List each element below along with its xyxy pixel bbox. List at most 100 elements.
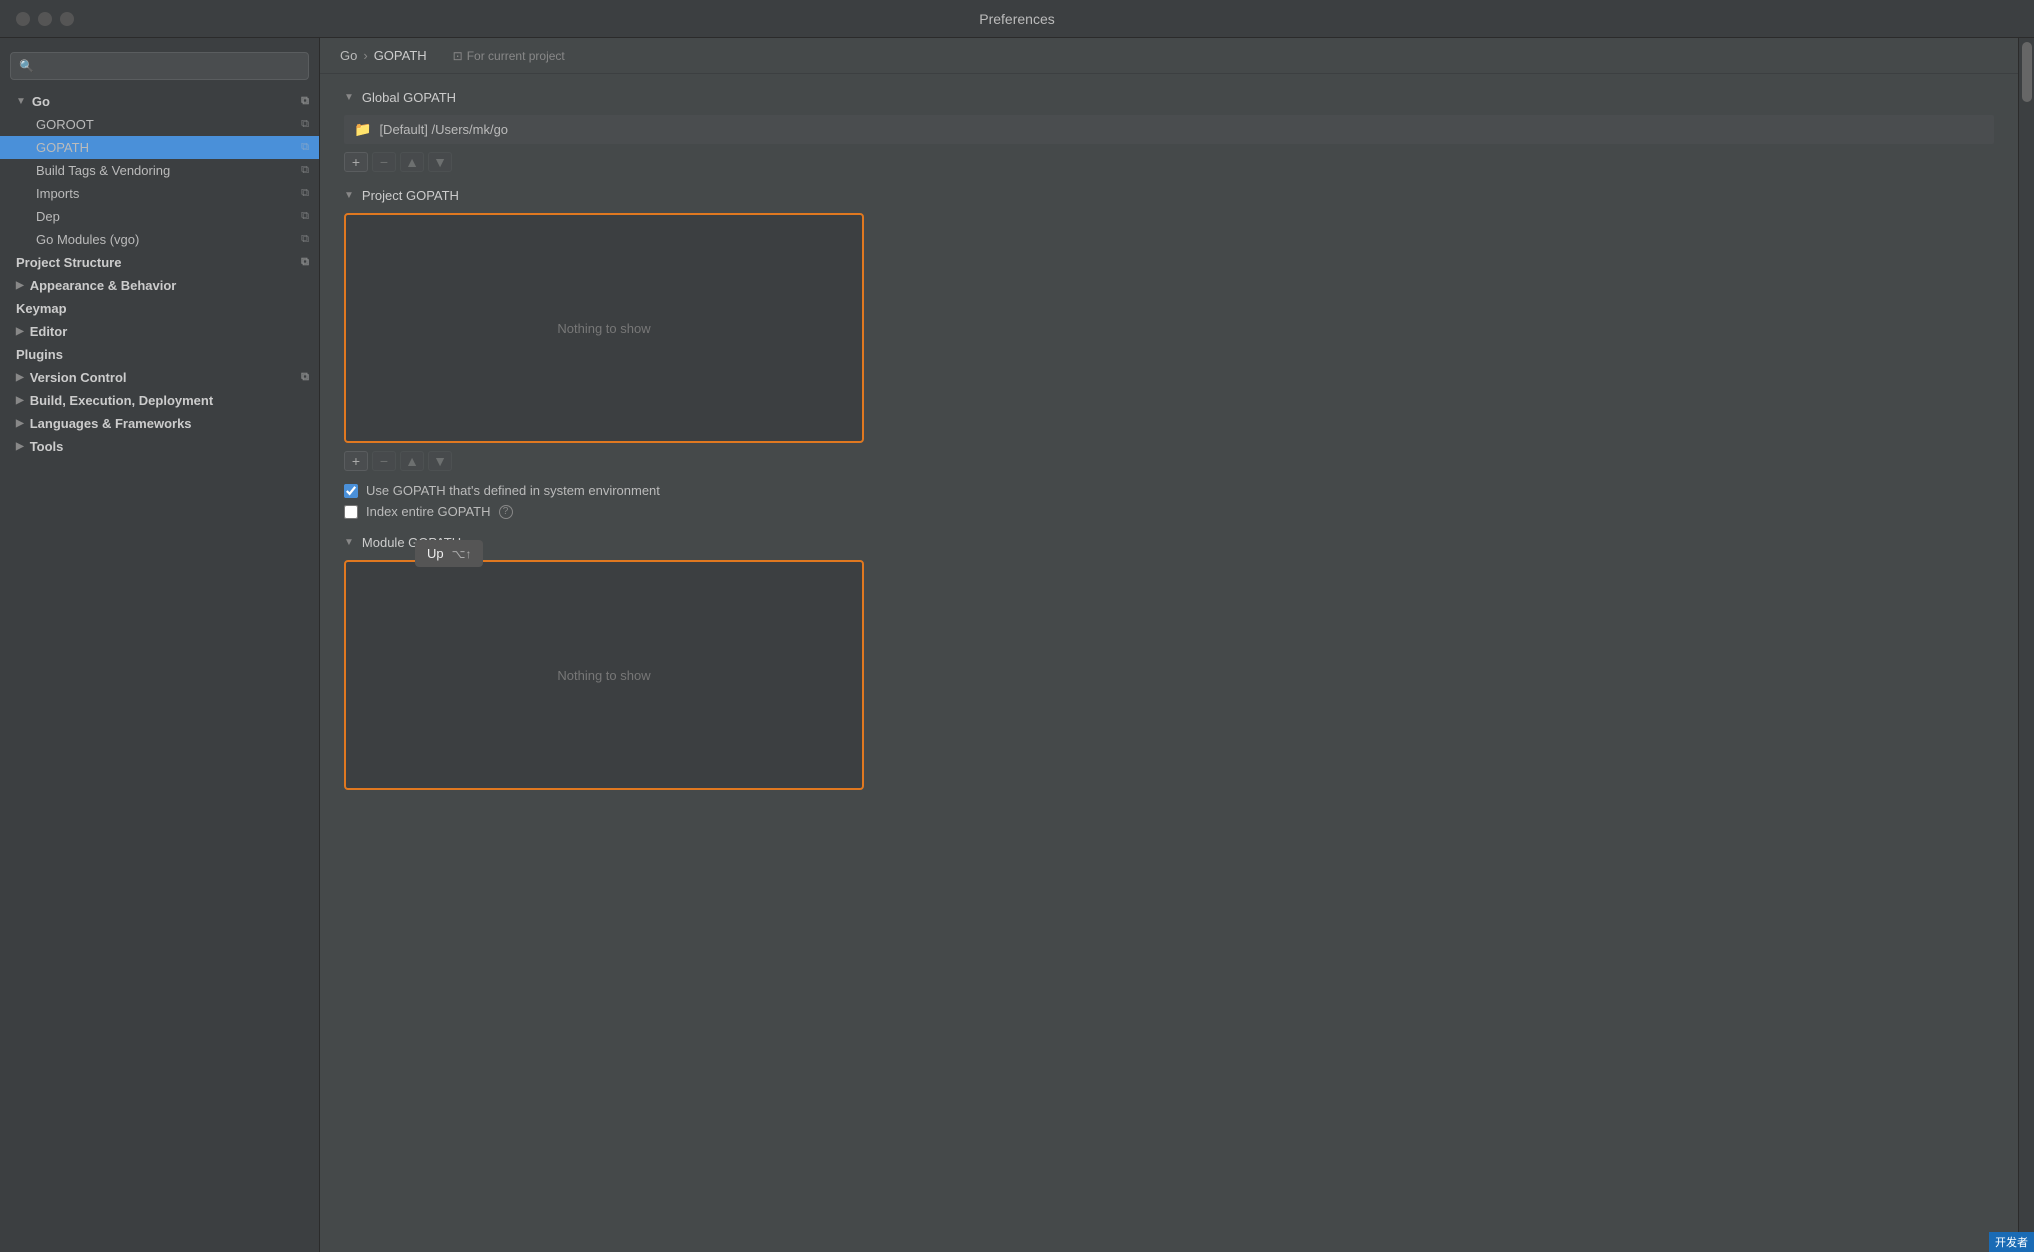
expand-arrow-icon: ▶ [16, 395, 24, 406]
maximize-button[interactable] [60, 12, 74, 26]
sidebar-item-dep[interactable]: Dep ⧉ [0, 205, 319, 228]
sidebar-item-version-control[interactable]: ▶ Version Control ⧉ [0, 366, 319, 389]
down-project-gopath-button[interactable]: ▼ [428, 451, 452, 471]
module-gopath-section: ▼ Module GOPATH Nothing to show [344, 535, 1994, 790]
project-gopath-label: Project GOPATH [362, 188, 459, 203]
sidebar-item-editor-label: Editor [30, 324, 68, 339]
copy-icon: ⧉ [301, 95, 309, 108]
right-scrollbar[interactable] [2018, 38, 2034, 1252]
copy-icon: ⧉ [301, 187, 309, 200]
add-global-gopath-button[interactable]: + [344, 152, 368, 172]
sidebar-item-dep-label: Dep [36, 209, 60, 224]
expand-arrow-icon: ▼ [16, 96, 26, 107]
gopath-entry-value: [Default] /Users/mk/go [379, 122, 508, 137]
sidebar-item-version-control-label: Version Control [30, 370, 127, 385]
sidebar-item-go[interactable]: ▼ Go ⧉ [0, 90, 319, 113]
expand-arrow-icon: ▶ [16, 372, 24, 383]
sidebar-item-goroot[interactable]: GOROOT ⧉ [0, 113, 319, 136]
sidebar-item-go-modules-label: Go Modules (vgo) [36, 232, 139, 247]
sidebar-item-goroot-label: GOROOT [36, 117, 94, 132]
breadcrumb-project-label: For current project [467, 49, 565, 63]
project-gopath-empty-text: Nothing to show [557, 321, 650, 336]
sidebar-item-languages-label: Languages & Frameworks [30, 416, 192, 431]
sidebar-item-appearance[interactable]: ▶ Appearance & Behavior [0, 274, 319, 297]
sidebar-item-go-modules[interactable]: Go Modules (vgo) ⧉ [0, 228, 319, 251]
expand-arrow-icon: ▶ [16, 418, 24, 429]
copy-icon: ⧉ [301, 371, 309, 384]
sidebar-item-imports[interactable]: Imports ⧉ [0, 182, 319, 205]
module-gopath-list[interactable]: Nothing to show [344, 560, 864, 790]
index-gopath-checkbox-row: Index entire GOPATH ? [344, 504, 1994, 519]
breadcrumb-project: ⊡ For current project [453, 49, 565, 63]
expand-arrow-icon: ▶ [16, 441, 24, 452]
sidebar-item-build-execution-label: Build, Execution, Deployment [30, 393, 213, 408]
down-global-gopath-button[interactable]: ▼ [428, 152, 452, 172]
close-button[interactable] [16, 12, 30, 26]
sidebar-item-languages[interactable]: ▶ Languages & Frameworks [0, 412, 319, 435]
sidebar-item-appearance-label: Appearance & Behavior [30, 278, 177, 293]
content-body: ▼ Global GOPATH 📁 [Default] /Users/mk/go… [320, 74, 2018, 814]
breadcrumb-current: GOPATH [374, 48, 427, 63]
global-gopath-label: Global GOPATH [362, 90, 456, 105]
sidebar-item-build-tags[interactable]: Build Tags & Vendoring ⧉ [0, 159, 319, 182]
sidebar-item-tools-label: Tools [30, 439, 64, 454]
sidebar-item-build-execution[interactable]: ▶ Build, Execution, Deployment [0, 389, 319, 412]
sidebar-item-imports-label: Imports [36, 186, 79, 201]
project-scope-icon: ⊡ [453, 49, 463, 63]
remove-global-gopath-button[interactable]: − [372, 152, 396, 172]
window-controls [16, 12, 74, 26]
sidebar-item-tools[interactable]: ▶ Tools [0, 435, 319, 458]
main-layout: 🔍 ▼ Go ⧉ GOROOT ⧉ GOPATH ⧉ Build Tags & … [0, 38, 2034, 1252]
toolbar-global-gopath: + − ▲ ▼ [344, 152, 1994, 172]
use-gopath-checkbox[interactable] [344, 484, 358, 498]
copy-icon: ⧉ [301, 164, 309, 177]
help-icon[interactable]: ? [499, 505, 513, 519]
section-expand-icon: ▼ [344, 537, 354, 548]
copy-icon: ⧉ [301, 118, 309, 131]
sidebar-item-gopath[interactable]: GOPATH ⧉ [0, 136, 319, 159]
folder-icon: 📁 [354, 121, 371, 138]
project-gopath-list[interactable]: Nothing to show [344, 213, 864, 443]
sidebar-item-project-structure[interactable]: Project Structure ⧉ [0, 251, 319, 274]
window-title: Preferences [979, 11, 1054, 27]
search-box[interactable]: 🔍 [10, 52, 309, 80]
breadcrumb: Go › GOPATH ⊡ For current project [320, 38, 2018, 74]
title-bar: Preferences [0, 0, 2034, 38]
watermark: 开发者 [1989, 1232, 2034, 1252]
copy-icon: ⧉ [301, 233, 309, 246]
global-gopath-section-header: ▼ Global GOPATH [344, 90, 1994, 105]
sidebar-item-project-structure-label: Project Structure [16, 255, 121, 270]
copy-icon: ⧉ [301, 141, 309, 154]
index-gopath-label: Index entire GOPATH [366, 504, 491, 519]
index-gopath-checkbox[interactable] [344, 505, 358, 519]
section-expand-icon: ▼ [344, 92, 354, 103]
module-gopath-empty-text: Nothing to show [557, 668, 650, 683]
sidebar-item-editor[interactable]: ▶ Editor [0, 320, 319, 343]
sidebar: 🔍 ▼ Go ⧉ GOROOT ⧉ GOPATH ⧉ Build Tags & … [0, 38, 320, 1252]
up-project-gopath-button[interactable]: ▲ [400, 451, 424, 471]
toolbar-project-gopath: + − ▲ ▼ [344, 451, 1994, 471]
search-input[interactable] [40, 59, 300, 74]
scrollbar-thumb[interactable] [2022, 42, 2032, 102]
use-gopath-checkbox-row: Use GOPATH that's defined in system envi… [344, 483, 1994, 498]
module-gopath-label: Module GOPATH [362, 535, 461, 550]
expand-arrow-icon: ▶ [16, 280, 24, 291]
breadcrumb-parent: Go [340, 48, 357, 63]
gopath-entry[interactable]: 📁 [Default] /Users/mk/go [344, 115, 1994, 144]
sidebar-item-go-label: Go [32, 94, 50, 109]
add-project-gopath-button[interactable]: + [344, 451, 368, 471]
minimize-button[interactable] [38, 12, 52, 26]
sidebar-item-plugins[interactable]: Plugins [0, 343, 319, 366]
up-global-gopath-button[interactable]: ▲ [400, 152, 424, 172]
breadcrumb-arrow-icon: › [363, 48, 367, 63]
remove-project-gopath-button[interactable]: − [372, 451, 396, 471]
module-gopath-section-header: ▼ Module GOPATH [344, 535, 1994, 550]
project-gopath-section-header: ▼ Project GOPATH [344, 188, 1994, 203]
copy-icon: ⧉ [301, 210, 309, 223]
content-area: Go › GOPATH ⊡ For current project ▼ Glob… [320, 38, 2018, 1252]
sidebar-item-keymap[interactable]: Keymap [0, 297, 319, 320]
sidebar-item-plugins-label: Plugins [16, 347, 63, 362]
sidebar-item-keymap-label: Keymap [16, 301, 67, 316]
expand-arrow-icon: ▶ [16, 326, 24, 337]
sidebar-item-gopath-label: GOPATH [36, 140, 89, 155]
